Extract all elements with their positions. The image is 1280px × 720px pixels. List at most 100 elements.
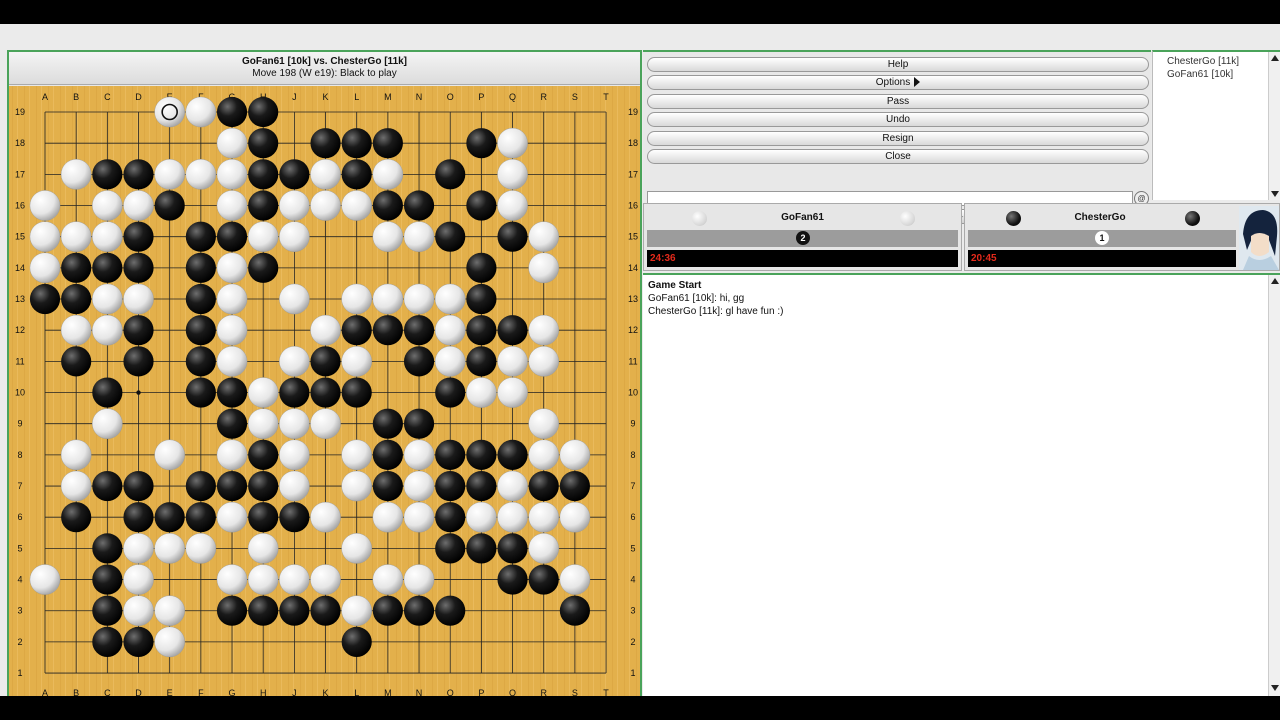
- go-board[interactable]: AABBCCDDEEFFGGHHJJKKLLMMNNOOPPQQRRSSTT19…: [9, 86, 640, 698]
- black-stone: [466, 128, 497, 159]
- player-list-item[interactable]: GoFan61 [10k]: [1167, 69, 1233, 80]
- row-label: 11: [628, 356, 637, 366]
- white-captures-badge: 2: [796, 231, 810, 245]
- white-stone: [310, 408, 341, 439]
- black-stone: [61, 283, 92, 315]
- black-stone: [185, 221, 216, 252]
- white-stone: [310, 501, 341, 533]
- scroll-up-icon[interactable]: [1271, 55, 1279, 61]
- row-label: 12: [628, 325, 638, 335]
- row-label: 13: [15, 294, 25, 304]
- white-stone: [29, 252, 61, 284]
- chat-scrollbar[interactable]: [1268, 275, 1280, 696]
- black-stone: [372, 128, 403, 159]
- scroll-up-icon[interactable]: [1271, 278, 1279, 284]
- white-stone: [497, 377, 528, 408]
- black-stone: [466, 252, 497, 283]
- white-stone: [216, 564, 248, 595]
- black-stone: [279, 595, 310, 626]
- white-stone: [279, 408, 310, 439]
- white-stone: [528, 314, 560, 346]
- go-client-window: GoFan61 [10k] vs. ChesterGo [11k] Move 1…: [0, 24, 1280, 698]
- black-stone: [435, 470, 466, 502]
- black-stone: [248, 252, 279, 283]
- black-stone: [154, 502, 185, 533]
- black-stone: [435, 159, 466, 190]
- row-label: 13: [628, 294, 638, 304]
- white-stone: [279, 283, 310, 315]
- help-button[interactable]: Help: [647, 57, 1149, 72]
- chat-message: GoFan61 [10k]: hi, gg: [648, 293, 745, 304]
- scroll-down-icon[interactable]: [1271, 191, 1279, 197]
- white-stone: [247, 564, 279, 595]
- black-stone: [92, 252, 123, 283]
- black-stone: [341, 377, 372, 408]
- black-captures-bar: 1: [968, 230, 1236, 247]
- white-stone: [497, 127, 528, 159]
- white-stone: [185, 159, 217, 190]
- black-stone: [248, 128, 279, 159]
- close-button[interactable]: Close: [647, 149, 1149, 164]
- column-label: L: [354, 92, 359, 102]
- black-stone: [466, 190, 497, 221]
- bottom-bar: [0, 696, 1280, 720]
- options-button[interactable]: Options: [647, 75, 1149, 90]
- black-stone: [123, 470, 154, 502]
- row-label: 5: [17, 543, 22, 553]
- white-stone: [434, 283, 466, 315]
- scroll-down-icon[interactable]: [1271, 685, 1279, 691]
- white-stone: [497, 346, 528, 377]
- black-stone: [216, 96, 248, 128]
- black-stone: [123, 626, 154, 657]
- black-stone: [497, 439, 528, 470]
- resign-button[interactable]: Resign: [647, 131, 1149, 146]
- black-stone: [185, 283, 216, 315]
- black-stone: [29, 283, 61, 315]
- white-stone: [92, 221, 123, 252]
- black-stone: [185, 252, 216, 283]
- row-label: 16: [15, 201, 25, 211]
- undo-button[interactable]: Undo: [647, 112, 1149, 127]
- row-label: 3: [17, 606, 22, 616]
- white-stone: [92, 283, 123, 315]
- column-label: D: [135, 92, 142, 102]
- row-label: 10: [15, 388, 25, 398]
- player-list-item[interactable]: ChesterGo [11k]: [1167, 56, 1239, 67]
- black-stone: [435, 502, 466, 533]
- white-stone: [497, 501, 528, 533]
- row-label: 11: [15, 356, 24, 366]
- black-stone: [559, 595, 590, 626]
- white-stone: [403, 470, 435, 502]
- black-stone: [92, 564, 123, 595]
- white-stone: [154, 439, 185, 471]
- white-stone: [29, 221, 61, 252]
- black-stone: [279, 502, 310, 533]
- white-stone-icon: [900, 211, 915, 226]
- black-stone: [466, 315, 497, 346]
- white-stone: [466, 377, 497, 408]
- row-label: 1: [630, 668, 635, 678]
- white-stone: [403, 283, 435, 315]
- player-list-scrollbar[interactable]: [1268, 52, 1280, 200]
- row-label: 10: [628, 388, 638, 398]
- white-stone: [310, 159, 341, 190]
- black-stone: [248, 96, 279, 128]
- white-stone: [528, 439, 560, 471]
- black-stone: [61, 252, 92, 283]
- white-stone: [123, 283, 154, 315]
- row-label: 2: [17, 637, 22, 647]
- white-stone: [434, 346, 466, 377]
- column-label: B: [73, 92, 79, 102]
- black-stone: [310, 346, 341, 377]
- black-stone: [61, 346, 92, 377]
- black-stone: [372, 190, 403, 221]
- black-stone: [341, 626, 372, 657]
- white-stone: [372, 564, 404, 595]
- black-stone: [216, 408, 248, 439]
- white-stone: [279, 190, 310, 221]
- white-stone: [341, 533, 372, 564]
- pass-button[interactable]: Pass: [647, 94, 1149, 109]
- column-label: O: [447, 92, 454, 102]
- white-stone: [372, 159, 404, 190]
- white-stone: [92, 190, 123, 221]
